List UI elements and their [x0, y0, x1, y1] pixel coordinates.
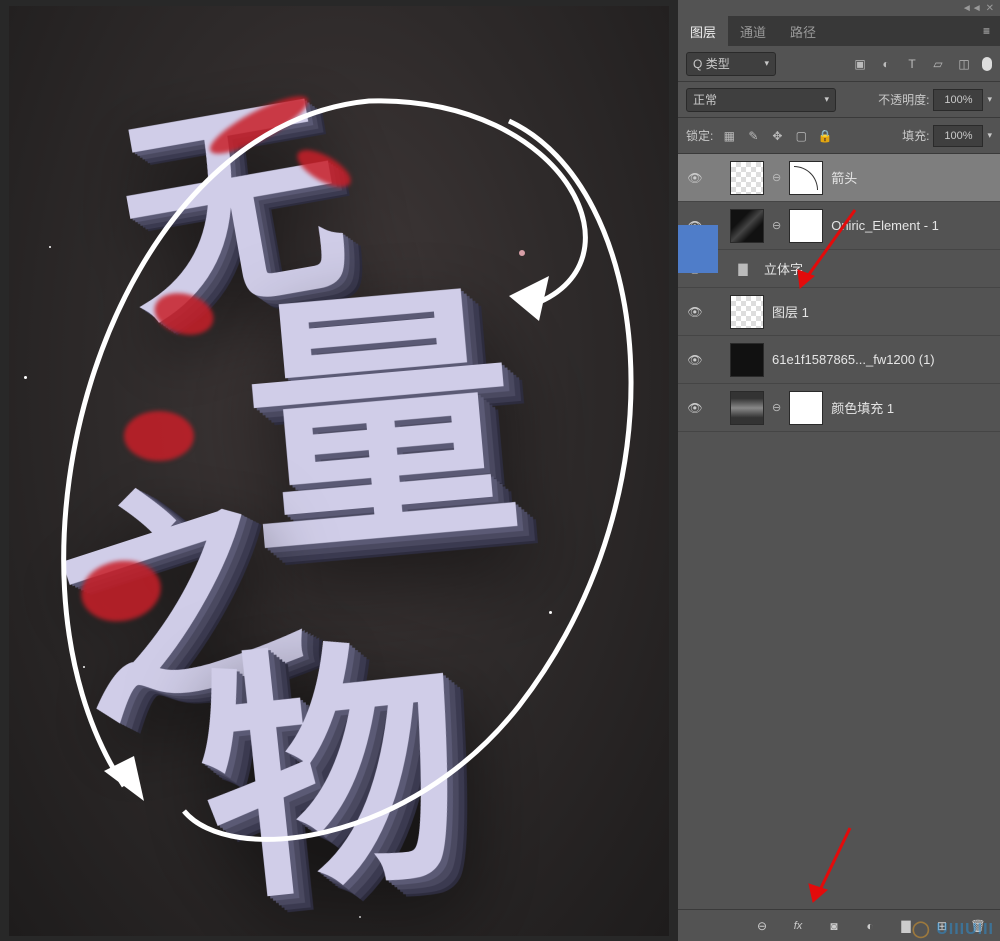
chevron-down-icon[interactable]: ▾	[987, 94, 992, 105]
lock-all-icon[interactable]: 🔒	[817, 128, 833, 144]
mask-thumbnail[interactable]	[789, 391, 823, 425]
layers-panel: ◄◄ ✕ 图层 通道 路径 ≡ Q 类型 ▾ ▣ ◐ T ▱ ◫ 正常 ▾ 不透…	[678, 0, 1000, 941]
filter-toggle-icon[interactable]	[982, 57, 992, 71]
tab-channels[interactable]: 通道	[728, 16, 778, 46]
adjustment-layer-icon[interactable]: ◐	[862, 918, 878, 934]
layer-name[interactable]: 61e1f1587865..._fw1200 (1)	[772, 352, 935, 367]
mask-thumbnail[interactable]	[789, 161, 823, 195]
link-icon[interactable]: ⊖	[772, 401, 781, 414]
link-icon[interactable]: ⊖	[772, 171, 781, 184]
chevron-down-icon: ▾	[764, 58, 769, 69]
blend-mode-dropdown[interactable]: 正常 ▾	[686, 88, 836, 112]
filter-adjust-icon[interactable]: ◐	[878, 56, 894, 72]
layer-name[interactable]: Oniric_Element - 1	[831, 218, 939, 233]
lock-bar: 锁定: ▦ ✎ ✥ ▢ 🔒 填充: 100% ▾	[678, 118, 1000, 154]
filter-text-icon[interactable]: T	[904, 56, 920, 72]
layer-row[interactable]: 👁 图层 1	[678, 288, 1000, 336]
visibility-icon[interactable]: 👁	[686, 303, 704, 321]
layer-name[interactable]: 图层 1	[772, 302, 809, 321]
layer-name[interactable]: 颜色填充 1	[831, 398, 894, 417]
filter-shape-icon[interactable]: ▱	[930, 56, 946, 72]
collapse-icon[interactable]: ◄◄	[962, 3, 982, 14]
lock-brush-icon[interactable]: ✎	[745, 128, 761, 144]
layers-list: 👁 ⊖ 箭头 👁 ⊖ Oniric_Element - 1 👁 › ▇ 立体字 …	[678, 154, 1000, 432]
selection-band	[678, 225, 718, 273]
opacity-label: 不透明度:	[878, 91, 929, 108]
folder-icon: ▇	[730, 259, 756, 279]
visibility-icon[interactable]: 👁	[686, 351, 704, 369]
filter-image-icon[interactable]: ▣	[852, 56, 868, 72]
chevron-down-icon[interactable]: ▾	[987, 130, 992, 141]
document-canvas[interactable]: 无 量 之 物	[9, 6, 669, 936]
layer-thumbnail[interactable]	[730, 161, 764, 195]
layer-name[interactable]: 立体字	[764, 259, 803, 278]
layer-name[interactable]: 箭头	[831, 168, 857, 187]
lock-position-icon[interactable]: ✥	[769, 128, 785, 144]
panel-collapse-bar: ◄◄ ✕	[678, 0, 1000, 16]
layer-row[interactable]: 👁 ⊖ 颜色填充 1	[678, 384, 1000, 432]
filter-smart-icon[interactable]: ◫	[956, 56, 972, 72]
canvas-area: 无 量 之 物	[0, 0, 678, 941]
layer-thumbnail[interactable]	[730, 343, 764, 377]
link-layers-icon[interactable]: ⊖	[754, 918, 770, 934]
panel-tabs: 图层 通道 路径 ≡	[678, 16, 1000, 46]
watermark: ◯ UIIIUIII	[912, 919, 994, 939]
layer-row[interactable]: 👁 61e1f1587865..._fw1200 (1)	[678, 336, 1000, 384]
char-4: 物	[180, 549, 478, 935]
visibility-icon[interactable]: 👁	[686, 399, 704, 417]
layer-row[interactable]: 👁 ⊖ 箭头	[678, 154, 1000, 202]
visibility-icon[interactable]: 👁	[686, 169, 704, 187]
layer-thumbnail[interactable]	[730, 209, 764, 243]
mask-thumbnail[interactable]	[789, 209, 823, 243]
tab-paths[interactable]: 路径	[778, 16, 828, 46]
fill-input[interactable]: 100%	[933, 125, 983, 147]
close-icon[interactable]: ✕	[986, 3, 994, 14]
blend-bar: 正常 ▾ 不透明度: 100% ▾	[678, 82, 1000, 118]
fill-label: 填充:	[902, 127, 929, 144]
lock-pixels-icon[interactable]: ▦	[721, 128, 737, 144]
lock-label: 锁定:	[686, 127, 713, 144]
filter-type-dropdown[interactable]: Q 类型 ▾	[686, 52, 776, 76]
layer-row[interactable]: 👁 › ▇ 立体字	[678, 250, 1000, 288]
layer-thumbnail[interactable]	[730, 295, 764, 329]
layer-thumbnail[interactable]	[730, 391, 764, 425]
layer-row[interactable]: 👁 ⊖ Oniric_Element - 1	[678, 202, 1000, 250]
lock-artboard-icon[interactable]: ▢	[793, 128, 809, 144]
panel-menu-icon[interactable]: ≡	[973, 16, 1000, 46]
fx-icon[interactable]: fx	[790, 918, 806, 934]
add-mask-icon[interactable]: ◙	[826, 918, 842, 934]
chevron-down-icon: ▾	[824, 94, 829, 105]
filter-bar: Q 类型 ▾ ▣ ◐ T ▱ ◫	[678, 46, 1000, 82]
link-icon[interactable]: ⊖	[772, 219, 781, 232]
tab-layers[interactable]: 图层	[678, 16, 728, 46]
opacity-input[interactable]: 100%	[933, 89, 983, 111]
